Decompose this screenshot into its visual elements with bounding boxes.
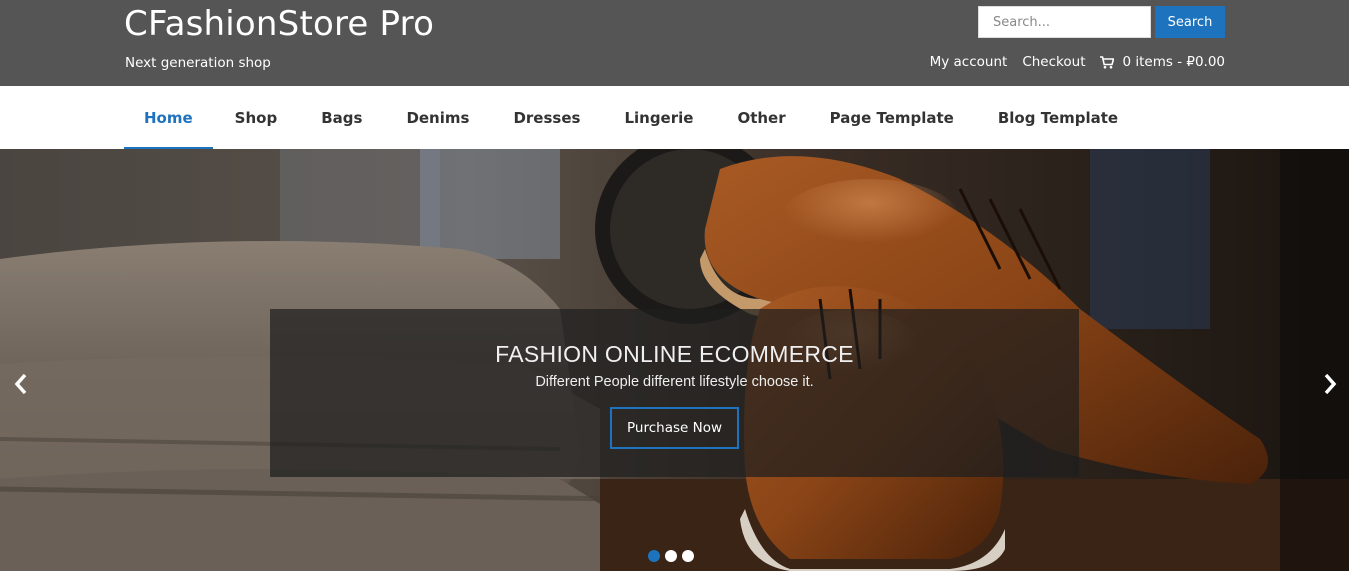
nav-menu: Home Shop Bags Denims Dresses Lingerie O… — [124, 86, 1140, 149]
slider-dot-1[interactable] — [648, 550, 660, 562]
search-input[interactable] — [978, 6, 1151, 38]
cart-link[interactable]: 0 items - ₽0.00 — [1100, 54, 1225, 70]
hero-slider: FASHION ONLINE ECOMMERCE Different Peopl… — [0, 149, 1349, 571]
slider-dot-2[interactable] — [665, 550, 677, 562]
chevron-right-icon — [1324, 373, 1337, 395]
nav-item-blog-template[interactable]: Blog Template — [976, 86, 1140, 149]
chevron-left-icon — [14, 373, 27, 395]
checkout-link[interactable]: Checkout — [1022, 54, 1085, 70]
slider-prev-button[interactable] — [6, 369, 36, 399]
slider-dot-3[interactable] — [682, 550, 694, 562]
main-navigation: Home Shop Bags Denims Dresses Lingerie O… — [0, 86, 1349, 149]
shopping-cart-icon — [1100, 55, 1115, 68]
my-account-link[interactable]: My account — [930, 54, 1008, 70]
slider-next-button[interactable] — [1315, 369, 1345, 399]
nav-item-bags[interactable]: Bags — [299, 86, 384, 149]
purchase-now-button[interactable]: Purchase Now — [610, 407, 739, 449]
nav-item-lingerie[interactable]: Lingerie — [602, 86, 715, 149]
slide-subtitle: Different People different lifestyle cho… — [535, 374, 814, 390]
slider-pagination — [648, 550, 694, 562]
slide-title: FASHION ONLINE ECOMMERCE — [495, 341, 854, 367]
nav-item-other[interactable]: Other — [715, 86, 807, 149]
cart-summary: 0 items - ₽0.00 — [1122, 54, 1225, 70]
site-header: CFashionStore Pro Next generation shop S… — [0, 0, 1349, 86]
search-button[interactable]: Search — [1155, 6, 1225, 38]
nav-item-denims[interactable]: Denims — [384, 86, 491, 149]
site-title[interactable]: CFashionStore Pro — [124, 4, 434, 44]
nav-item-dresses[interactable]: Dresses — [491, 86, 602, 149]
nav-item-home[interactable]: Home — [124, 86, 213, 149]
slide-caption: FASHION ONLINE ECOMMERCE Different Peopl… — [270, 309, 1079, 477]
account-links: My account Checkout 0 items - ₽0.00 — [930, 54, 1225, 70]
nav-item-shop[interactable]: Shop — [213, 86, 300, 149]
nav-item-page-template[interactable]: Page Template — [808, 86, 976, 149]
site-tagline: Next generation shop — [125, 55, 271, 71]
